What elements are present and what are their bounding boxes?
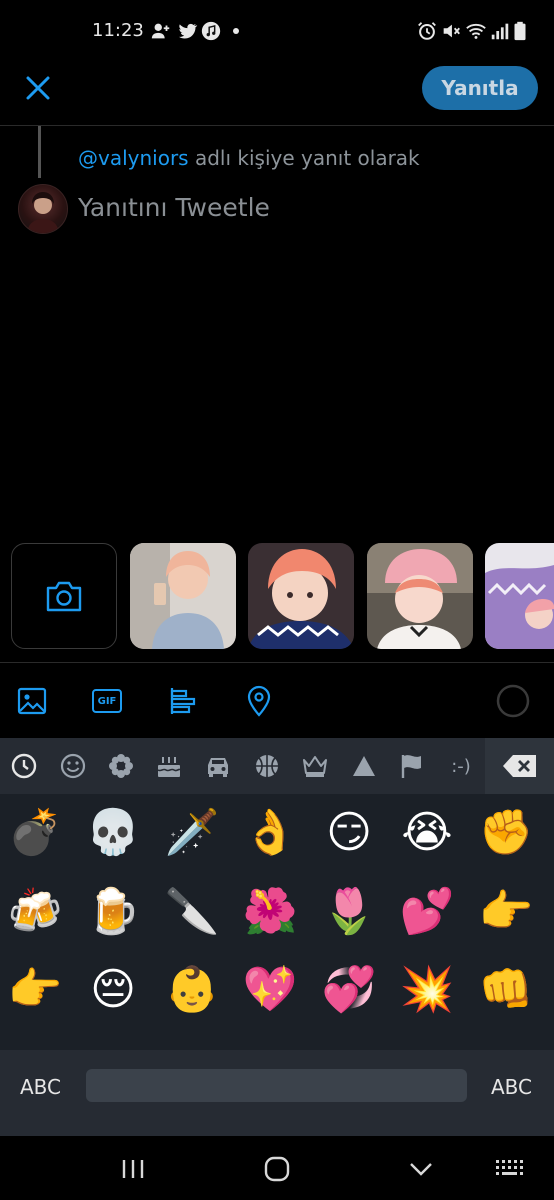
backspace-icon	[502, 755, 536, 777]
emoji-key[interactable]: 💀	[83, 803, 143, 863]
add-location-button[interactable]	[242, 684, 276, 718]
emoji-key[interactable]: 🗡️	[162, 803, 222, 863]
emoji-key[interactable]: ✊	[476, 803, 536, 863]
abc-mode-key-left[interactable]: ABC	[20, 1075, 61, 1099]
symbols-tab[interactable]	[348, 750, 380, 782]
thread-line	[38, 126, 41, 178]
add-gif-button[interactable]: GIF	[90, 684, 124, 718]
location-icon	[247, 685, 271, 717]
emoji-key[interactable]: 👌	[240, 803, 300, 863]
mute-icon	[440, 20, 462, 42]
emoji-key[interactable]: 💥	[397, 960, 457, 1020]
close-icon	[26, 76, 50, 100]
emoji-key[interactable]: 😏	[319, 803, 379, 863]
flower-icon	[109, 754, 133, 778]
basketball-icon	[256, 755, 278, 777]
emoticon-icon: :-)	[451, 755, 471, 777]
keyboard-toggle-button[interactable]	[493, 1154, 525, 1184]
character-count-circle	[496, 684, 530, 718]
media-divider	[0, 662, 554, 663]
recents-icon	[122, 1160, 144, 1178]
avatar	[18, 184, 68, 234]
emoji-key[interactable]: 😭	[397, 803, 457, 863]
image-icon	[17, 687, 47, 715]
emoji-key[interactable]: 🍺	[83, 882, 143, 942]
compose-input[interactable]: Yanıtını Tweetle	[78, 193, 270, 222]
dot-icon	[230, 20, 242, 42]
emoji-key[interactable]: 💖	[240, 960, 300, 1020]
back-icon	[410, 1163, 432, 1176]
abc-mode-key-right[interactable]: ABC	[491, 1075, 532, 1099]
reply-context-text: adlı kişiye yanıt olarak	[188, 146, 420, 170]
smiley-icon	[60, 753, 86, 779]
camera-icon	[46, 581, 82, 612]
backspace-key[interactable]	[485, 738, 554, 794]
home-button[interactable]	[261, 1154, 293, 1184]
food-tab[interactable]	[153, 750, 185, 782]
wifi-icon	[465, 20, 487, 42]
home-icon	[264, 1156, 290, 1182]
emoji-key[interactable]: 💣	[5, 803, 65, 863]
camera-button[interactable]	[11, 543, 117, 649]
flags-tab[interactable]	[396, 750, 428, 782]
person-add-icon	[150, 20, 172, 42]
header-divider	[0, 125, 554, 126]
emoticon-tab[interactable]: :-)	[443, 750, 479, 782]
space-key[interactable]	[86, 1069, 467, 1102]
gallery-photo[interactable]	[485, 543, 554, 649]
gallery-photo[interactable]	[367, 543, 473, 649]
recent-icon	[11, 753, 37, 779]
emoji-key[interactable]: 👶	[162, 960, 222, 1020]
emoji-key[interactable]: 🔪	[162, 882, 222, 942]
crown-icon	[303, 756, 327, 777]
close-button[interactable]	[20, 70, 56, 106]
add-image-button[interactable]	[15, 684, 49, 718]
cake-icon	[157, 757, 181, 777]
recents-button[interactable]	[117, 1154, 149, 1184]
emoji-key[interactable]: 🍻	[5, 882, 65, 942]
emoji-key[interactable]: 👉	[5, 960, 65, 1020]
keyboard-toggle-icon	[496, 1160, 523, 1175]
emoji-key[interactable]: 👊	[476, 960, 536, 1020]
alarm-icon	[416, 20, 438, 42]
add-poll-button[interactable]	[166, 684, 200, 718]
emoji-key[interactable]: 🌷	[319, 882, 379, 942]
poll-icon	[170, 688, 196, 714]
recent-emoji-tab[interactable]	[8, 750, 40, 782]
flag-icon	[401, 755, 421, 778]
objects-tab[interactable]	[299, 750, 331, 782]
gif-icon: GIF	[92, 689, 122, 713]
triangle-icon	[353, 756, 375, 776]
music-icon	[200, 20, 222, 42]
emoji-key[interactable]: 💞	[319, 960, 379, 1020]
gallery-photo[interactable]	[130, 543, 236, 649]
travel-tab[interactable]	[202, 750, 234, 782]
status-time: 11:23	[92, 20, 144, 41]
back-button[interactable]	[405, 1154, 437, 1184]
smileys-tab[interactable]	[57, 750, 89, 782]
status-bar: 11:23	[0, 0, 554, 64]
reply-handle-link[interactable]: @valyniors	[78, 146, 189, 170]
twitter-bird-icon	[176, 20, 198, 42]
nature-tab[interactable]	[105, 750, 137, 782]
signal-icon	[489, 20, 511, 42]
emoji-key[interactable]: 💕	[397, 882, 457, 942]
activities-tab[interactable]	[251, 750, 283, 782]
emoji-key[interactable]: 👉	[476, 882, 536, 942]
battery-icon	[512, 20, 528, 42]
car-icon	[208, 758, 228, 777]
reply-context: @valyniors adlı kişiye yanıt olarak	[78, 146, 420, 170]
emoji-key[interactable]: 🌺	[240, 882, 300, 942]
emoji-key[interactable]: 😔	[83, 960, 143, 1020]
gallery-photo[interactable]	[248, 543, 354, 649]
reply-button[interactable]: Yanıtla	[422, 66, 538, 110]
